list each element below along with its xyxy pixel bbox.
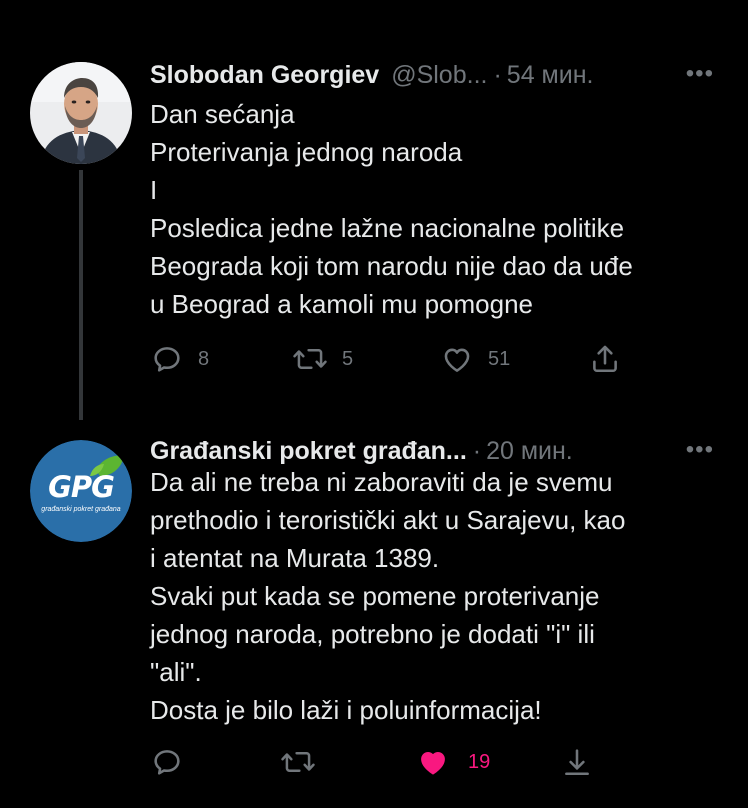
tweet[interactable]: GPG građanski pokret građana Građanski p… [0, 410, 748, 808]
reply-button[interactable] [150, 742, 184, 782]
like-count: 19 [468, 750, 491, 773]
share-button[interactable] [588, 339, 622, 379]
separator-dot: · [472, 436, 482, 465]
tweet-actions: 8 5 51 [150, 339, 630, 379]
tweet[interactable]: Slobodan Georgiev @Slob... · 54 мин. •••… [0, 0, 748, 420]
gpg-logo: GPG građanski pokret građana [30, 440, 132, 542]
author-handle[interactable]: @Slob... [391, 61, 487, 90]
gpg-logo-text: GPG [48, 470, 115, 504]
text-line: jednog naroda, potrebno je dodati "i" il… [150, 619, 595, 649]
retweet-button[interactable]: 5 [292, 339, 353, 379]
reply-button[interactable]: 8 [150, 339, 209, 379]
text-line: "ali". [150, 657, 202, 687]
text-line: Dan sećanja [150, 99, 295, 129]
text-line: Beograda koji tom narodu nije dao da uđe [150, 251, 633, 281]
heart-icon [444, 348, 470, 372]
retweet-icon [281, 752, 315, 772]
share-icon [565, 749, 589, 776]
gpg-logo-subtext: građanski pokret građana [41, 506, 121, 513]
text-line: i atentat na Murata 1389. [150, 543, 440, 573]
text-line: Svaki put kada se pomene proterivanje [150, 581, 600, 611]
reply-icon [154, 347, 180, 372]
tweet-header: Slobodan Georgiev @Slob... · 54 мин. ••• [150, 58, 718, 92]
like-count: 51 [488, 347, 511, 370]
like-button[interactable]: 19 [416, 742, 490, 782]
avatar-photo [30, 62, 132, 164]
author-name[interactable]: Građanski pokret građan... [150, 437, 467, 466]
reply-count: 8 [198, 347, 210, 370]
text-line: Posledica jedne lažne nacionalne politik… [150, 213, 625, 243]
text-line: Proterivanja jednog naroda [150, 137, 463, 167]
heart-filled-icon [421, 751, 445, 775]
author-name[interactable]: Slobodan Georgiev [150, 61, 379, 90]
text-line: I [150, 175, 158, 205]
retweet-button[interactable] [280, 742, 316, 782]
more-options-icon[interactable]: ••• [686, 60, 714, 88]
text-line: Da ali ne treba ni zaboraviti da je svem… [150, 467, 613, 497]
share-icon [593, 345, 617, 373]
text-line: Dosta je bilo laži i poluinformacija! [150, 695, 542, 725]
avatar[interactable]: GPG građanski pokret građana [30, 440, 132, 542]
thread-line [79, 170, 83, 420]
tweet-text: Da ali ne treba ni zaboraviti da je svem… [150, 463, 730, 729]
text-line: u Beograd a kamoli mu pomogne [150, 289, 534, 319]
retweet-count: 5 [342, 347, 354, 370]
timestamp[interactable]: 54 мин. [507, 61, 594, 90]
text-line: prethodio i teroristički akt u Sarajevu,… [150, 505, 626, 535]
reply-icon [154, 750, 180, 775]
timestamp[interactable]: 20 мин. [486, 437, 573, 466]
avatar[interactable] [30, 62, 132, 164]
separator-dot: · [493, 60, 502, 89]
retweet-icon [293, 349, 327, 369]
tweet-text: Dan sećanja Proterivanja jednog naroda I… [150, 95, 730, 323]
like-button[interactable]: 51 [440, 339, 510, 379]
share-button[interactable] [560, 742, 594, 782]
tweet-actions: 19 [150, 742, 630, 782]
more-options-icon[interactable]: ••• [686, 436, 714, 464]
